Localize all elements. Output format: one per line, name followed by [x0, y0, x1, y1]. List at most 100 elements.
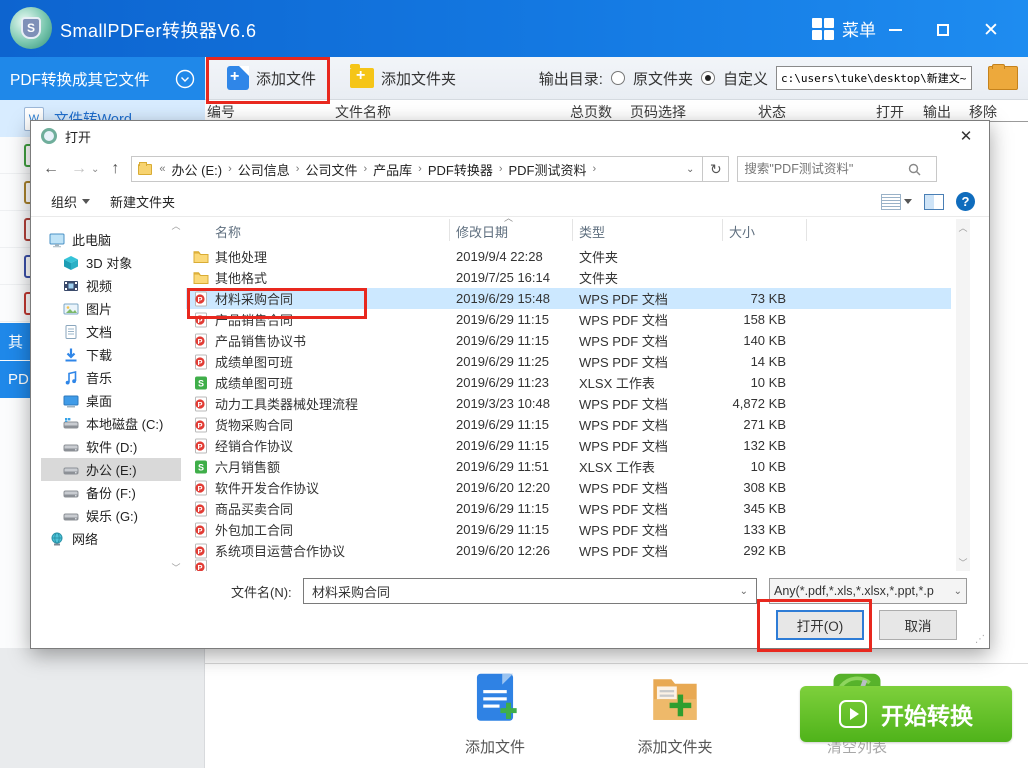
back-icon[interactable]: ← [43, 160, 59, 178]
breadcrumb-dropdown-icon[interactable]: ⌄ [682, 164, 698, 175]
tree-item--e-[interactable]: 办公 (E:) [41, 458, 181, 481]
tree-item--[interactable]: 网络 [41, 527, 181, 550]
tree-item--[interactable]: 图片 [41, 297, 181, 320]
file-row[interactable]: P商品买卖合同2019/6/29 11:15WPS PDF 文档345 KB [186, 498, 951, 519]
grid-column-2[interactable]: 总页数 [570, 102, 612, 122]
file-row[interactable]: P成绩单图可班2019/6/29 11:25WPS PDF 文档14 KB [186, 351, 951, 372]
grid-column-7[interactable]: 移除 [969, 102, 997, 122]
tree-item--g-[interactable]: 娱乐 (G:) [41, 504, 181, 527]
file-row[interactable]: P材料采购合同2019/6/29 15:48WPS PDF 文档73 KB [186, 288, 951, 309]
radio-custom-label[interactable]: 自定义 [723, 68, 768, 89]
file-type: WPS PDF 文档 [579, 520, 668, 539]
maximize-button[interactable] [928, 18, 958, 42]
radio-original-folder[interactable] [611, 71, 625, 85]
column-date[interactable]: 修改日期 [456, 222, 508, 241]
breadcrumb-segment[interactable]: 公司文件 [301, 160, 361, 179]
tree-scroll-down[interactable]: ﹀ [169, 561, 183, 574]
grid-column-4[interactable]: 状态 [758, 102, 786, 122]
close-button[interactable]: ✕ [976, 18, 1006, 42]
file-row[interactable]: 其他处理2019/9/4 22:28文件夹 [186, 246, 951, 267]
scroll-down-icon[interactable]: ﹀ [956, 556, 970, 569]
tree-item--f-[interactable]: 备份 (F:) [41, 481, 181, 504]
file-row[interactable]: P动力工具类器械处理流程2019/3/23 10:48WPS PDF 文档4,8… [186, 393, 951, 414]
tree-item--[interactable]: 文档 [41, 320, 181, 343]
filetype-filter-select[interactable]: Any(*.pdf,*.xls,*.xlsx,*.ppt,*.p ⌄ [769, 578, 967, 604]
grid-column-0[interactable]: 编号 [207, 102, 235, 122]
search-input[interactable] [744, 162, 908, 176]
grid-column-6[interactable]: 输出 [923, 102, 951, 122]
file-row[interactable]: S六月销售额2019/6/29 11:51XLSX 工作表10 KB [186, 456, 951, 477]
browse-folder-button[interactable] [988, 66, 1018, 90]
file-row[interactable]: P产品销售合同2019/6/29 11:15WPS PDF 文档158 KB [186, 309, 951, 330]
grid-column-3[interactable]: 页码选择 [630, 102, 686, 122]
organize-button[interactable]: 组织 [51, 192, 90, 211]
breadcrumb-separator-icon: › [497, 163, 505, 175]
breadcrumb-segment[interactable]: PDF测试资料 [505, 160, 591, 179]
tree-item-label: 文档 [86, 322, 112, 341]
add-file-button[interactable]: 添加文件 [227, 66, 316, 90]
forward-icon[interactable]: → [71, 160, 87, 178]
list-scrollbar[interactable]: ︿ ﹀ [956, 219, 970, 571]
open-button[interactable]: 打开(O) [776, 610, 864, 640]
radio-custom[interactable] [701, 71, 715, 85]
menu-button[interactable]: 菜单 [812, 16, 876, 41]
breadcrumb-segment[interactable]: PDF转换器 [424, 160, 497, 179]
filename-input[interactable]: 材料采购合同 ⌄ [303, 578, 757, 604]
file-row[interactable]: P产品销售协议书2019/6/29 11:15WPS PDF 文档140 KB [186, 330, 951, 351]
column-size[interactable]: 大小 [729, 222, 755, 241]
tree-item--[interactable]: 桌面 [41, 389, 181, 412]
tree-item-label: 备份 (F:) [86, 483, 136, 502]
footer-action-add-folder[interactable]: 添加文件夹 [615, 672, 735, 757]
scroll-up-icon[interactable]: ︿ [956, 221, 970, 234]
dialog-titlebar[interactable]: 打开 [31, 121, 989, 151]
up-icon[interactable]: ↑ [111, 160, 119, 178]
search-box[interactable] [737, 156, 937, 182]
resize-grip[interactable]: ⋰ [975, 634, 987, 646]
column-name[interactable]: 名称 [215, 222, 241, 241]
preview-pane-icon[interactable] [924, 194, 944, 210]
breadcrumb-segment[interactable]: 产品库 [369, 160, 416, 179]
sidebar-category-label: PDF转换成其它文件 [10, 68, 150, 90]
output-path-input[interactable] [776, 66, 972, 90]
history-chevron-icon[interactable]: ⌄ [91, 164, 99, 175]
dialog-close-button[interactable]: ✕ [943, 121, 989, 151]
tree-scroll-up[interactable]: ︿ [169, 219, 183, 232]
breadcrumb-segment[interactable]: 公司信息 [234, 160, 294, 179]
tree-item--d-[interactable]: 软件 (D:) [41, 435, 181, 458]
file-row[interactable]: P外包加工合同2019/6/29 11:15WPS PDF 文档133 KB [186, 519, 951, 540]
start-convert-button[interactable]: 开始转换 [800, 686, 1012, 742]
tree-item--[interactable]: 音乐 [41, 366, 181, 389]
sidebar-category-partial-label: PD [8, 371, 29, 388]
file-row[interactable]: P经销合作协议2019/6/29 11:15WPS PDF 文档132 KB [186, 435, 951, 456]
breadcrumb-segment[interactable]: 办公 (E:) [168, 160, 227, 179]
tree-item--[interactable]: 下载 [41, 343, 181, 366]
tree-item-3d-[interactable]: 3D 对象 [41, 251, 181, 274]
file-row-partial[interactable]: P [186, 561, 951, 571]
help-icon[interactable]: ? [956, 192, 975, 211]
breadcrumb[interactable]: « 办公 (E:)›公司信息›公司文件›产品库›PDF转换器›PDF测试资料› … [131, 156, 703, 182]
filename-dropdown-icon[interactable]: ⌄ [740, 586, 748, 597]
column-type[interactable]: 类型 [579, 222, 605, 241]
view-mode-button[interactable] [881, 194, 912, 210]
file-row[interactable]: P系统项目运营合作协议2019/6/20 12:26WPS PDF 文档292 … [186, 540, 951, 561]
cancel-button[interactable]: 取消 [879, 610, 957, 640]
tree-item--c-[interactable]: 本地磁盘 (C:) [41, 412, 181, 435]
file-size: 73 KB [696, 291, 786, 306]
refresh-icon[interactable]: ↻ [703, 156, 729, 182]
footer-action-add-file[interactable]: 添加文件 [435, 672, 555, 757]
tree-item--[interactable]: 视频 [41, 274, 181, 297]
file-row[interactable]: 其他格式2019/7/25 16:14文件夹 [186, 267, 951, 288]
minimize-button[interactable] [880, 18, 910, 42]
new-folder-button[interactable]: 新建文件夹 [110, 192, 175, 211]
file-row[interactable]: P软件开发合作协议2019/6/20 12:20WPS PDF 文档308 KB [186, 477, 951, 498]
sidebar-category-pdf-to-other[interactable]: PDF转换成其它文件 [0, 57, 205, 100]
grid-column-5[interactable]: 打开 [876, 102, 904, 122]
toolbar: 添加文件 添加文件夹 输出目录: 原文件夹 自定义 [205, 57, 1028, 100]
add-folder-button[interactable]: 添加文件夹 [350, 68, 456, 89]
file-row[interactable]: P货物采购合同2019/6/29 11:15WPS PDF 文档271 KB [186, 414, 951, 435]
grid-column-1[interactable]: 文件名称 [335, 102, 391, 122]
tree-item--[interactable]: 此电脑 [41, 228, 181, 251]
file-row[interactable]: S成绩单图可班2019/6/29 11:23XLSX 工作表10 KB [186, 372, 951, 393]
radio-original-folder-label[interactable]: 原文件夹 [633, 68, 693, 89]
file-size: 14 KB [696, 354, 786, 369]
